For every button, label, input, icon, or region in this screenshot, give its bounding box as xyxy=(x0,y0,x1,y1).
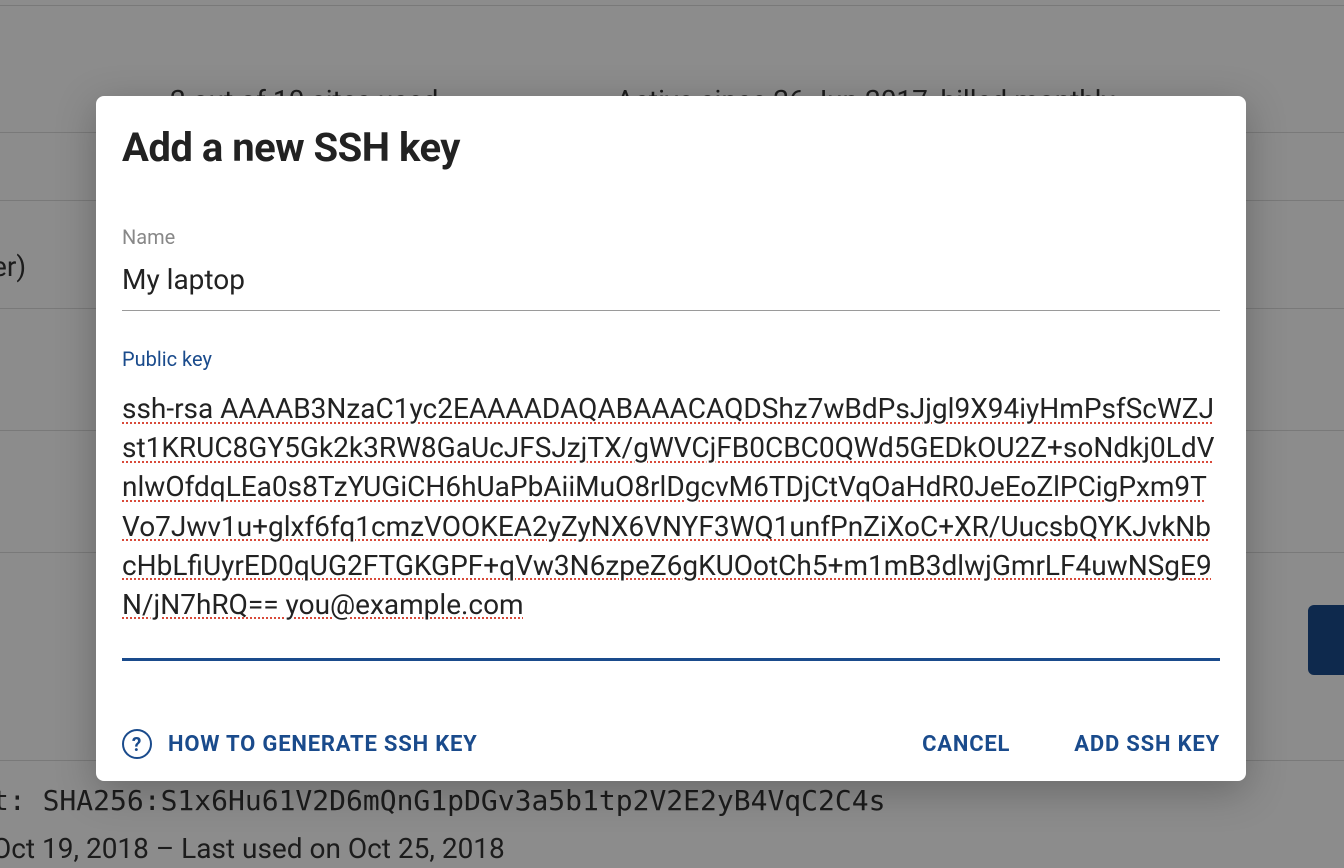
add-ssh-key-dialog: Add a new SSH key Name Public key ssh-rs… xyxy=(96,96,1246,781)
dialog-actions: ? HOW TO GENERATE SSH KEY CANCEL ADD SSH… xyxy=(122,729,1220,759)
add-ssh-key-button[interactable]: ADD SSH KEY xyxy=(1074,732,1220,757)
cancel-button[interactable]: CANCEL xyxy=(922,732,1010,757)
right-actions: CANCEL ADD SSH KEY xyxy=(922,732,1220,757)
name-field-group: Name xyxy=(122,225,1220,311)
how-to-generate-link[interactable]: ? HOW TO GENERATE SSH KEY xyxy=(122,729,478,759)
help-link-label: HOW TO GENERATE SSH KEY xyxy=(168,732,478,757)
dialog-title: Add a new SSH key xyxy=(122,124,1220,171)
public-key-field-group: Public key ssh-rsa AAAAB3NzaC1yc2EAAAADA… xyxy=(122,347,1220,665)
name-input[interactable] xyxy=(122,263,1220,311)
public-key-input[interactable]: ssh-rsa AAAAB3NzaC1yc2EAAAADAQABAAACAQDS… xyxy=(122,389,1220,661)
public-key-label: Public key xyxy=(122,347,1220,371)
help-icon: ? xyxy=(122,729,152,759)
name-label: Name xyxy=(122,225,1220,249)
